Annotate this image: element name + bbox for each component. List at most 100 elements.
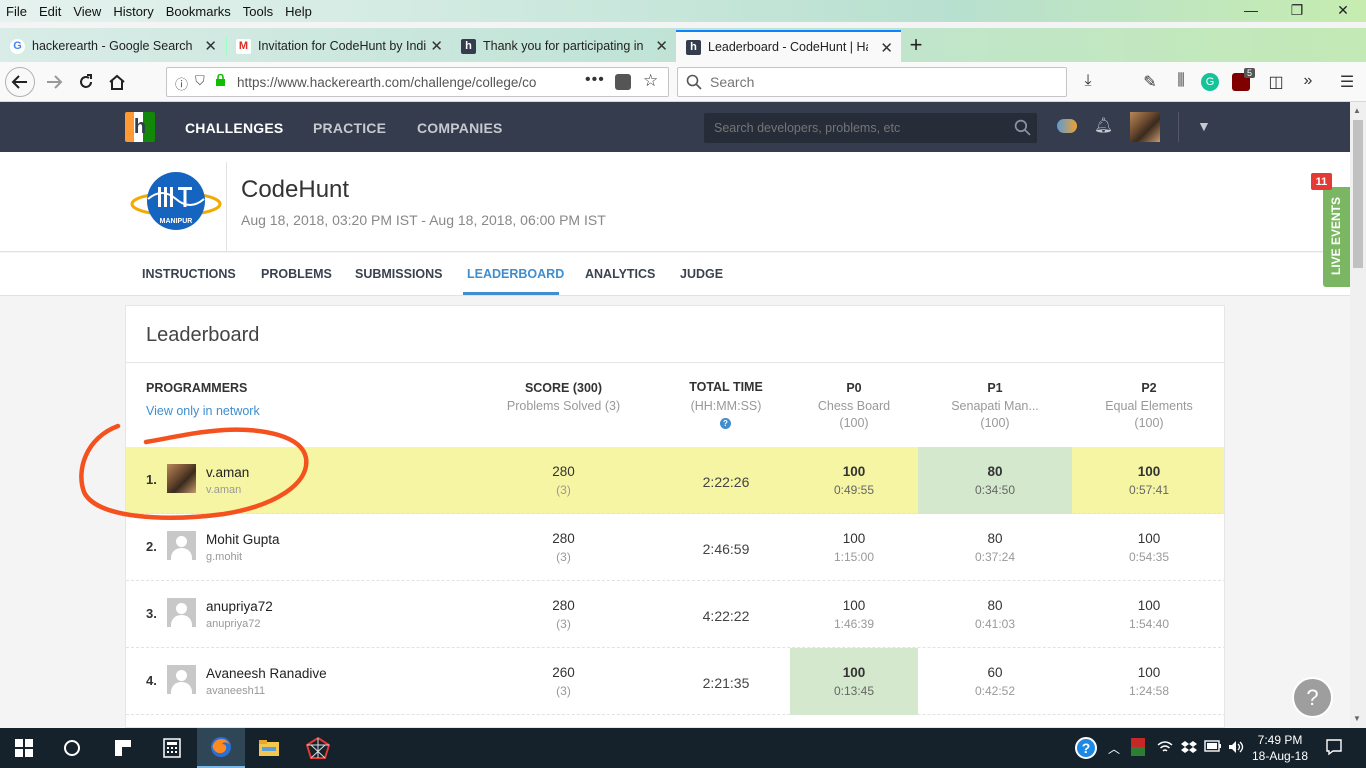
wrench-icon[interactable]: ✎ [1139, 72, 1161, 92]
tab-leaderboard[interactable]: h Leaderboard - CodeHunt | Hac ✕ [676, 30, 901, 62]
tab-analytics[interactable]: ANALYTICS [585, 267, 655, 281]
lock-icon [215, 73, 226, 86]
p2-score: 100 [1137, 531, 1161, 546]
system-clock[interactable]: 7:49 PM 18-Aug-18 [1248, 732, 1312, 764]
page-actions-icon[interactable]: ••• [585, 71, 605, 89]
help-button[interactable]: ? [1292, 677, 1333, 718]
help-info-icon[interactable]: ? [720, 418, 731, 429]
tab-instructions[interactable]: INSTRUCTIONS [142, 267, 236, 281]
user-avatar[interactable] [1130, 112, 1160, 142]
show-hidden-icons[interactable]: ︿ [1108, 740, 1120, 757]
home-button[interactable] [103, 68, 131, 96]
gmail-icon: M [236, 38, 251, 54]
hackerearth-logo[interactable]: h [125, 112, 155, 142]
overflow-icon[interactable]: » [1297, 72, 1319, 90]
windows-start-icon[interactable] [12, 736, 36, 760]
action-center-icon[interactable] [1325, 738, 1343, 759]
menu-tools[interactable]: Tools [237, 4, 279, 19]
info-icon[interactable]: ⓘ [175, 74, 188, 93]
menu-bar: File Edit View History Bookmarks Tools H… [0, 0, 1366, 22]
forward-button[interactable] [40, 68, 68, 96]
menu-help[interactable]: Help [279, 4, 318, 19]
app-icon[interactable] [306, 736, 330, 760]
tab-thank-you[interactable]: h Thank you for participating in ✕ [451, 30, 676, 62]
pocket-icon[interactable] [615, 74, 631, 90]
score-header[interactable]: SCORE (300) [491, 381, 636, 395]
file-explorer-icon[interactable] [257, 736, 281, 760]
close-tab-icon[interactable]: ✕ [430, 37, 443, 55]
view-network-link[interactable]: View only in network [146, 404, 260, 418]
help-tray-icon[interactable]: ? [1075, 737, 1097, 759]
shield-icon[interactable]: ⛉ [195, 73, 205, 89]
google-icon: G [10, 38, 25, 54]
menu-view[interactable]: View [67, 4, 107, 19]
programmer-name[interactable]: Mohit Gupta [206, 532, 280, 547]
wifi-icon[interactable] [1157, 740, 1173, 757]
tab-leaderboard[interactable]: LEADERBOARD [467, 267, 564, 281]
avatar[interactable] [167, 665, 196, 694]
nav-practice[interactable]: PRACTICE [313, 120, 386, 136]
tab-submissions[interactable]: SUBMISSIONS [355, 267, 443, 281]
minimize-button[interactable]: — [1228, 0, 1274, 24]
avatar[interactable] [167, 598, 196, 627]
grammarly-icon[interactable]: G [1201, 73, 1219, 91]
p2-header[interactable]: P2 [1072, 381, 1224, 395]
event-header: MANIPUR CodeHunt Aug 18, 2018, 03:20 PM … [0, 152, 1350, 252]
menu-history[interactable]: History [107, 4, 159, 19]
table-row[interactable]: 4. Avaneesh Ranadive avaneesh11 260 (3) … [126, 648, 1224, 715]
search-bar[interactable] [677, 67, 1067, 97]
menu-file[interactable]: File [0, 4, 33, 19]
search-icon[interactable] [1014, 119, 1031, 136]
cortana-icon[interactable] [60, 736, 84, 760]
volume-icon[interactable] [1228, 740, 1244, 757]
p1-header[interactable]: P1 [918, 381, 1072, 395]
programmer-name[interactable]: anupriya72 [206, 599, 273, 614]
close-tab-icon[interactable]: ✕ [204, 37, 217, 55]
tab-google-search[interactable]: G hackerearth - Google Search ✕ [0, 30, 225, 62]
url-bar[interactable]: ⓘ ⛉ https://www.hackerearth.com/challeng… [166, 67, 669, 97]
p0-header[interactable]: P0 [790, 381, 918, 395]
chevron-down-icon[interactable]: ▼ [1197, 118, 1211, 134]
calculator-icon[interactable] [160, 736, 184, 760]
nav-companies[interactable]: COMPANIES [417, 120, 503, 136]
site-header: h CHALLENGES PRACTICE COMPANIES 🔔︎ ▼ [0, 102, 1350, 152]
table-row[interactable]: 3. anupriya72 anupriya72 280 (3) 4:22:22… [126, 581, 1224, 648]
page-scrollbar[interactable]: ▲ ▼ [1350, 102, 1366, 728]
library-icon[interactable]: ⫼ [1170, 72, 1192, 90]
tab-gmail[interactable]: M Invitation for CodeHunt by Indi ✕ [226, 30, 451, 62]
download-icon[interactable]: ⤓ [1077, 72, 1099, 90]
maximize-button[interactable]: ❐ [1274, 0, 1320, 24]
reload-button[interactable] [72, 68, 100, 96]
app-tray-icon[interactable] [1131, 738, 1145, 756]
avatar[interactable] [167, 531, 196, 560]
notification-bell-icon[interactable]: 🔔︎ [1094, 116, 1113, 134]
menu-bookmarks[interactable]: Bookmarks [160, 4, 237, 19]
time-header[interactable]: TOTAL TIME [656, 380, 796, 394]
battery-icon[interactable] [1204, 740, 1222, 755]
dropbox-icon[interactable] [1181, 740, 1197, 757]
close-tab-icon[interactable]: ✕ [880, 39, 893, 57]
tab-problems[interactable]: PROBLEMS [261, 267, 332, 281]
close-tab-icon[interactable]: ✕ [655, 37, 668, 55]
home-icon [109, 74, 125, 90]
scrollbar-thumb[interactable] [1353, 120, 1363, 268]
programmer-name[interactable]: Avaneesh Ranadive [206, 666, 327, 681]
close-window-button[interactable]: ✕ [1320, 0, 1366, 24]
menu-edit[interactable]: Edit [33, 4, 67, 19]
search-input[interactable] [710, 74, 1050, 90]
live-events-button[interactable]: LIVE EVENTS [1323, 187, 1350, 287]
back-button[interactable] [5, 67, 35, 97]
task-view-icon[interactable] [111, 736, 135, 760]
p0-max: (100) [839, 416, 869, 430]
sidebar-icon[interactable]: ◫ [1265, 72, 1287, 92]
tab-judge[interactable]: JUDGE [680, 267, 723, 281]
contests-icon[interactable] [1057, 119, 1077, 133]
site-search[interactable] [704, 113, 1037, 143]
new-tab-button[interactable]: + [905, 34, 927, 56]
best-time-cell [918, 447, 1072, 514]
nav-challenges[interactable]: CHALLENGES [185, 120, 283, 136]
site-search-input[interactable] [714, 121, 1004, 135]
firefox-icon[interactable] [197, 728, 245, 768]
hamburger-menu-icon[interactable]: ☰ [1336, 72, 1358, 92]
bookmark-star-icon[interactable]: ☆ [643, 71, 658, 91]
